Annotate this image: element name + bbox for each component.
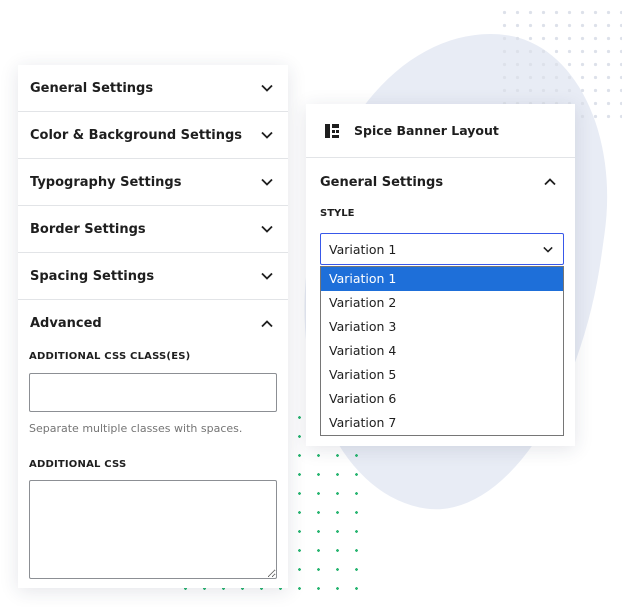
chevron-down-icon [260, 81, 274, 95]
option-variation-6[interactable]: Variation 6 [321, 387, 563, 411]
section-label: General Settings [320, 174, 444, 190]
chevron-down-icon [541, 242, 555, 256]
option-variation-1[interactable]: Variation 1 [321, 267, 563, 291]
section-advanced[interactable]: Advanced [18, 300, 288, 347]
option-variation-4[interactable]: Variation 4 [321, 339, 563, 363]
option-variation-2[interactable]: Variation 2 [321, 291, 563, 315]
section-label: Typography Settings [30, 174, 182, 190]
block-settings-panel: General Settings Color & Background Sett… [18, 65, 288, 588]
additional-css-textarea[interactable] [29, 480, 277, 579]
style-options-list: Variation 1 Variation 2 Variation 3 Vari… [320, 266, 564, 436]
style-select[interactable]: Variation 1 [320, 233, 564, 265]
additional-css-label: ADDITIONAL CSS [29, 459, 127, 470]
section-border-settings[interactable]: Border Settings [18, 206, 288, 253]
section-label: Spacing Settings [30, 268, 155, 284]
chevron-down-icon [260, 128, 274, 142]
chevron-down-icon [260, 175, 274, 189]
style-select-value: Variation 1 [329, 241, 397, 257]
option-variation-5[interactable]: Variation 5 [321, 363, 563, 387]
layout-grid-icon [324, 123, 340, 139]
block-title-row: Spice Banner Layout [306, 104, 575, 158]
option-variation-7[interactable]: Variation 7 [321, 411, 563, 435]
css-class-label: ADDITIONAL CSS CLASS(ES) [29, 351, 191, 362]
section-general-settings-right[interactable]: General Settings [306, 159, 575, 205]
section-label: Color & Background Settings [30, 127, 243, 143]
style-label: STYLE [320, 208, 355, 219]
block-card-panel: Spice Banner Layout General Settings STY… [306, 104, 575, 446]
section-spacing-settings[interactable]: Spacing Settings [18, 253, 288, 300]
section-color-background-settings[interactable]: Color & Background Settings [18, 112, 288, 159]
chevron-down-icon [260, 269, 274, 283]
section-general-settings[interactable]: General Settings [18, 65, 288, 112]
chevron-down-icon [260, 222, 274, 236]
chevron-up-icon [543, 175, 557, 189]
section-label: General Settings [30, 80, 154, 96]
section-typography-settings[interactable]: Typography Settings [18, 159, 288, 206]
chevron-up-icon [260, 317, 274, 331]
section-label: Advanced [30, 316, 102, 331]
advanced-section-body: ADDITIONAL CSS CLASS(ES) Separate multip… [18, 351, 288, 579]
section-label: Border Settings [30, 221, 146, 237]
css-class-help: Separate multiple classes with spaces. [29, 422, 243, 435]
css-class-input[interactable] [29, 373, 277, 412]
block-title: Spice Banner Layout [354, 123, 499, 138]
option-variation-3[interactable]: Variation 3 [321, 315, 563, 339]
